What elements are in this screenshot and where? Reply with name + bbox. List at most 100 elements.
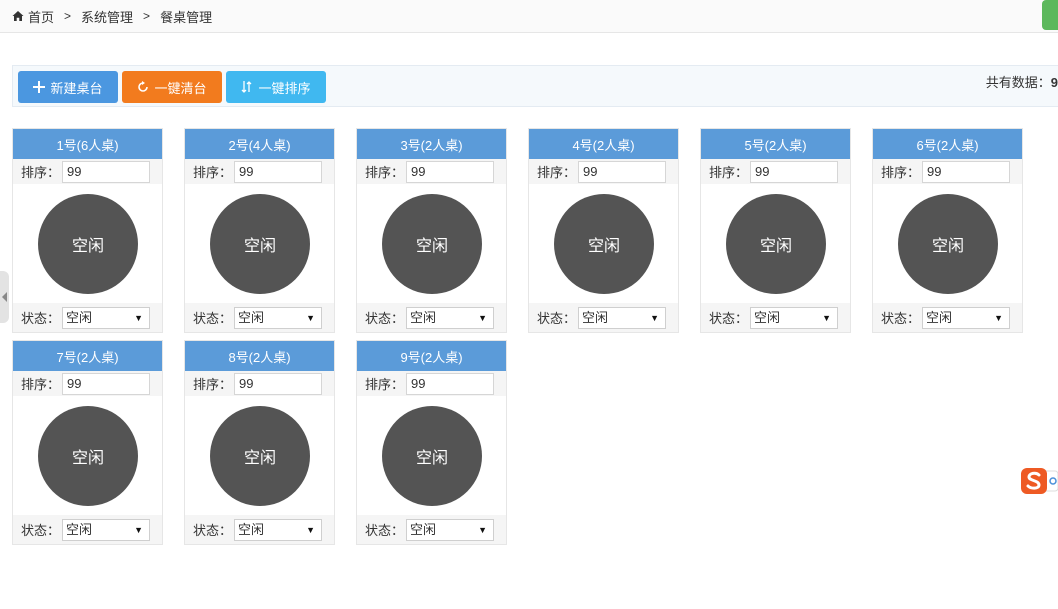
sogou-ime-icon[interactable] [1020,467,1058,495]
table-status-row: 状态： 空闲 ▼ [13,515,162,544]
status-select[interactable]: 空闲 ▼ [234,518,323,541]
table-card[interactable]: 5号(2人桌) 排序： 99 空闲 状态： 空闲 ▼ [700,128,851,333]
status-select[interactable]: 空闲 ▼ [62,306,151,329]
table-sort-row: 排序： 99 [873,159,1022,184]
status-select[interactable]: 空闲 ▼ [578,306,667,329]
sort-label: 排序： [709,165,749,180]
dropdown-arrow-icon: ▼ [478,312,488,323]
sort-all-label: 一键排序 [258,80,311,96]
status-select[interactable]: 空闲 ▼ [750,306,839,329]
table-title: 8号(2人桌) [185,341,334,371]
refresh-icon [137,81,149,93]
table-status-row: 状态： 空闲 ▼ [185,515,334,544]
sort-label: 排序： [193,377,233,392]
table-card[interactable]: 3号(2人桌) 排序： 99 空闲 状态： 空闲 ▼ [356,128,507,333]
status-label: 状态： [365,523,405,538]
dropdown-arrow-icon: ▼ [650,312,660,323]
table-sort-row: 排序： 99 [357,371,506,396]
breadcrumb-system[interactable]: 系统管理 [81,7,133,26]
table-state-circle[interactable]: 空闲 [210,406,310,506]
table-sort-row: 排序： 99 [529,159,678,184]
sort-input[interactable]: 99 [62,160,151,183]
dropdown-arrow-icon: ▼ [306,524,316,535]
status-select[interactable]: 空闲 ▼ [406,518,495,541]
table-body: 空闲 [357,184,506,303]
corner-tab[interactable] [1042,0,1058,30]
table-body: 空闲 [701,184,850,303]
new-table-button[interactable]: 新建桌台 [18,71,118,103]
table-state-circle[interactable]: 空闲 [38,406,138,506]
table-title: 2号(4人桌) [185,129,334,159]
status-select-value: 空闲 [66,521,93,537]
status-select[interactable]: 空闲 ▼ [62,518,151,541]
sort-label: 排序： [21,377,61,392]
breadcrumb-separator: > [64,9,72,23]
status-label: 状态： [193,523,233,538]
status-select[interactable]: 空闲 ▼ [406,306,495,329]
sidebar-collapse-handle[interactable] [0,271,9,323]
sort-label: 排序： [881,165,921,180]
table-state-circle[interactable]: 空闲 [554,194,654,294]
status-select-value: 空闲 [238,309,265,325]
status-select[interactable]: 空闲 ▼ [922,306,1011,329]
sort-input[interactable]: 99 [406,372,495,395]
data-count-label: 共有数据： [985,75,1051,90]
sort-input[interactable]: 99 [922,160,1011,183]
home-icon[interactable] [12,10,24,22]
table-title: 7号(2人桌) [13,341,162,371]
sort-input[interactable]: 99 [750,160,839,183]
table-status-row: 状态： 空闲 ▼ [357,515,506,544]
status-label: 状态： [709,311,749,326]
status-label: 状态： [21,311,61,326]
table-card[interactable]: 4号(2人桌) 排序： 99 空闲 状态： 空闲 ▼ [528,128,679,333]
table-status-row: 状态： 空闲 ▼ [529,303,678,332]
table-sort-row: 排序： 99 [185,159,334,184]
table-status-row: 状态： 空闲 ▼ [357,303,506,332]
status-label: 状态： [881,311,921,326]
table-card[interactable]: 6号(2人桌) 排序： 99 空闲 状态： 空闲 ▼ [872,128,1023,333]
table-body: 空闲 [529,184,678,303]
breadcrumb-current: 餐桌管理 [160,9,213,25]
chevron-left-icon [1,292,7,302]
table-title: 4号(2人桌) [529,129,678,159]
new-table-label: 新建桌台 [50,80,103,96]
sort-all-button[interactable]: 一键排序 [226,71,326,103]
dropdown-arrow-icon: ▼ [994,312,1004,323]
table-title: 6号(2人桌) [873,129,1022,159]
table-card[interactable]: 7号(2人桌) 排序： 99 空闲 状态： 空闲 ▼ [12,340,163,545]
sort-input[interactable]: 99 [406,160,495,183]
dropdown-arrow-icon: ▼ [478,524,488,535]
sort-input[interactable]: 99 [234,160,323,183]
sort-input[interactable]: 99 [62,372,151,395]
breadcrumb: 首页 > 系统管理 > 餐桌管理 [0,0,1058,33]
table-state-circle[interactable]: 空闲 [898,194,998,294]
data-count-value: 9 [1050,75,1058,90]
table-card[interactable]: 8号(2人桌) 排序： 99 空闲 状态： 空闲 ▼ [184,340,335,545]
table-state-circle[interactable]: 空闲 [726,194,826,294]
sort-input[interactable]: 99 [234,372,323,395]
table-state-circle[interactable]: 空闲 [382,406,482,506]
breadcrumb-separator: > [143,9,151,23]
table-card[interactable]: 9号(2人桌) 排序： 99 空闲 状态： 空闲 ▼ [356,340,507,545]
status-select-value: 空闲 [582,309,609,325]
table-body: 空闲 [873,184,1022,303]
table-status-row: 状态： 空闲 ▼ [701,303,850,332]
sort-input[interactable]: 99 [578,160,667,183]
status-label: 状态： [537,311,577,326]
status-select[interactable]: 空闲 ▼ [234,306,323,329]
breadcrumb-home[interactable]: 首页 [28,7,54,26]
table-sort-row: 排序： 99 [13,159,162,184]
dropdown-arrow-icon: ▼ [134,524,144,535]
sort-label: 排序： [537,165,577,180]
table-title: 5号(2人桌) [701,129,850,159]
table-sort-row: 排序： 99 [13,371,162,396]
table-card[interactable]: 1号(6人桌) 排序： 99 空闲 状态： 空闲 ▼ [12,128,163,333]
table-state-circle[interactable]: 空闲 [38,194,138,294]
table-card[interactable]: 2号(4人桌) 排序： 99 空闲 状态： 空闲 ▼ [184,128,335,333]
status-select-value: 空闲 [754,309,781,325]
table-state-circle[interactable]: 空闲 [382,194,482,294]
table-state-circle[interactable]: 空闲 [210,194,310,294]
table-body: 空闲 [185,396,334,515]
status-select-value: 空闲 [410,309,437,325]
clear-all-button[interactable]: 一键清台 [122,71,222,103]
